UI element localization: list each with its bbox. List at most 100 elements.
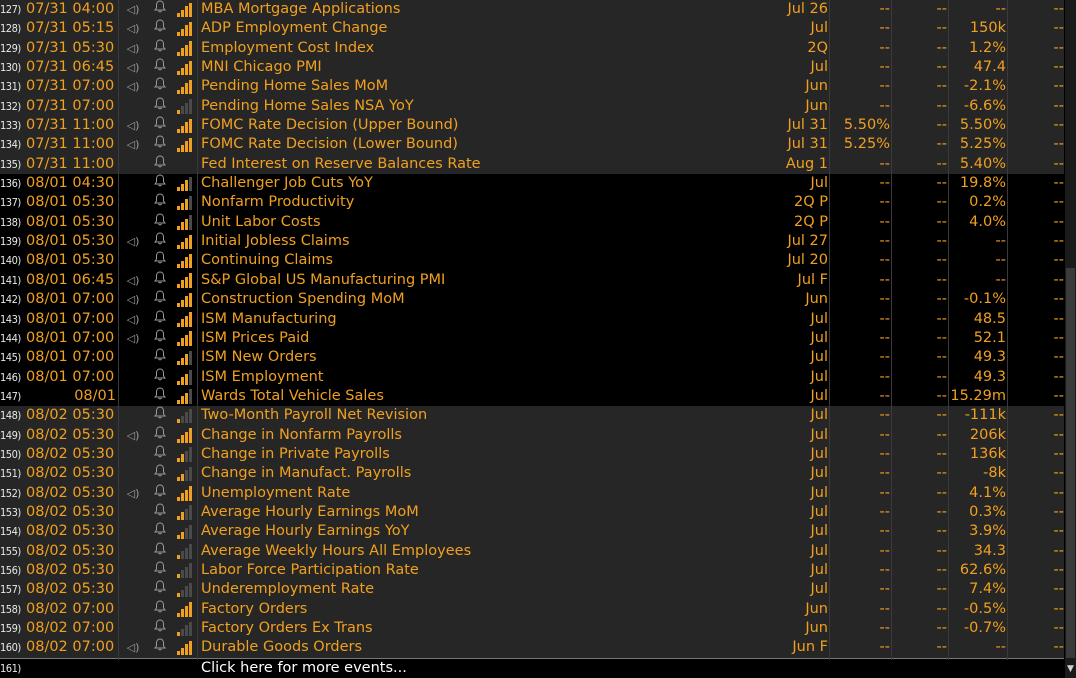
table-row[interactable]: 159) 08/02 07:00 Factory Orders Ex Trans… bbox=[0, 619, 1064, 639]
bell-icon[interactable] bbox=[150, 271, 170, 290]
speaker-icon[interactable] bbox=[122, 522, 144, 541]
event-name[interactable]: Change in Nonfarm Payrolls bbox=[201, 426, 771, 445]
event-name[interactable]: Durable Goods Orders bbox=[201, 638, 771, 657]
event-name[interactable]: Continuing Claims bbox=[201, 251, 771, 270]
event-name[interactable]: Underemployment Rate bbox=[201, 580, 771, 599]
speaker-icon[interactable]: ◁) bbox=[122, 271, 144, 290]
bell-icon[interactable] bbox=[150, 580, 170, 599]
more-events-link[interactable]: Click here for more events... bbox=[201, 659, 407, 678]
event-name[interactable]: Average Hourly Earnings YoY bbox=[201, 522, 771, 541]
bell-icon[interactable] bbox=[150, 406, 170, 425]
event-name[interactable]: Factory Orders bbox=[201, 600, 771, 619]
bell-icon[interactable] bbox=[150, 155, 170, 174]
speaker-icon[interactable]: ◁) bbox=[122, 135, 144, 154]
bell-icon[interactable] bbox=[150, 97, 170, 116]
event-name[interactable]: Change in Private Payrolls bbox=[201, 445, 771, 464]
speaker-icon[interactable] bbox=[122, 542, 144, 561]
bell-icon[interactable] bbox=[150, 542, 170, 561]
scrollbar-thumb[interactable] bbox=[1066, 268, 1075, 658]
speaker-icon[interactable] bbox=[122, 213, 144, 232]
bell-icon[interactable] bbox=[150, 174, 170, 193]
bell-icon[interactable] bbox=[150, 484, 170, 503]
speaker-icon[interactable] bbox=[122, 503, 144, 522]
bell-icon[interactable] bbox=[150, 561, 170, 580]
table-row[interactable]: 147) 08/01 Wards Total Vehicle Sales Jul… bbox=[0, 386, 1064, 407]
table-row[interactable]: 145) 08/01 07:00 ISM New Orders Jul -- -… bbox=[0, 348, 1064, 368]
event-name[interactable]: Employment Cost Index bbox=[201, 39, 771, 58]
bell-icon[interactable] bbox=[150, 58, 170, 77]
bell-icon[interactable] bbox=[150, 348, 170, 367]
speaker-icon[interactable]: ◁) bbox=[122, 116, 144, 135]
bell-icon[interactable] bbox=[150, 0, 170, 19]
bell-icon[interactable] bbox=[150, 522, 170, 541]
table-row[interactable]: 151) 08/02 05:30 Change in Manufact. Pay… bbox=[0, 464, 1064, 484]
event-name[interactable]: Challenger Job Cuts YoY bbox=[201, 174, 771, 193]
bell-icon[interactable] bbox=[150, 638, 170, 657]
event-name[interactable]: Unemployment Rate bbox=[201, 484, 771, 503]
event-name[interactable]: Change in Manufact. Payrolls bbox=[201, 464, 771, 483]
speaker-icon[interactable] bbox=[122, 193, 144, 212]
speaker-icon[interactable] bbox=[122, 97, 144, 116]
table-row[interactable]: 139) 08/01 05:30 ◁) Initial Jobless Clai… bbox=[0, 232, 1064, 252]
table-row[interactable]: 155) 08/02 05:30 Average Weekly Hours Al… bbox=[0, 541, 1064, 561]
bell-icon[interactable] bbox=[150, 387, 170, 406]
speaker-icon[interactable] bbox=[122, 619, 144, 638]
event-name[interactable]: Factory Orders Ex Trans bbox=[201, 619, 771, 638]
table-row[interactable]: 144) 08/01 07:00 ◁) ISM Prices Paid Jul … bbox=[0, 328, 1064, 349]
event-name[interactable]: ISM Prices Paid bbox=[201, 329, 771, 348]
table-row[interactable]: 131) 07/31 07:00 ◁) Pending Home Sales M… bbox=[0, 77, 1064, 97]
event-name[interactable]: MBA Mortgage Applications bbox=[201, 0, 771, 19]
table-row[interactable]: 136) 08/01 04:30 Challenger Job Cuts YoY… bbox=[0, 174, 1064, 194]
event-name[interactable]: Unit Labor Costs bbox=[201, 213, 771, 232]
event-name[interactable]: Construction Spending MoM bbox=[201, 290, 771, 309]
bell-icon[interactable] bbox=[150, 619, 170, 638]
event-name[interactable]: FOMC Rate Decision (Upper Bound) bbox=[201, 116, 771, 135]
event-name[interactable]: ISM Manufacturing bbox=[201, 310, 771, 329]
table-row[interactable]: 153) 08/02 05:30 Average Hourly Earnings… bbox=[0, 502, 1064, 523]
bell-icon[interactable] bbox=[150, 329, 170, 348]
table-row[interactable]: 135) 07/31 11:00 Fed Interest on Reserve… bbox=[0, 154, 1064, 175]
table-row[interactable]: 157) 08/02 05:30 Underemployment Rate Ju… bbox=[0, 580, 1064, 600]
event-name[interactable]: Pending Home Sales MoM bbox=[201, 77, 771, 96]
bell-icon[interactable] bbox=[150, 426, 170, 445]
speaker-icon[interactable] bbox=[122, 387, 144, 406]
table-row[interactable]: 133) 07/31 11:00 ◁) FOMC Rate Decision (… bbox=[0, 116, 1064, 136]
speaker-icon[interactable] bbox=[122, 406, 144, 425]
event-name[interactable]: Initial Jobless Claims bbox=[201, 232, 771, 251]
bell-icon[interactable] bbox=[150, 116, 170, 135]
table-row[interactable]: 154) 08/02 05:30 Average Hourly Earnings… bbox=[0, 522, 1064, 542]
event-name[interactable]: ISM New Orders bbox=[201, 348, 771, 367]
speaker-icon[interactable]: ◁) bbox=[122, 58, 144, 77]
event-name[interactable]: ADP Employment Change bbox=[201, 19, 771, 38]
bell-icon[interactable] bbox=[150, 445, 170, 464]
table-row[interactable]: 137) 08/01 05:30 Nonfarm Productivity 2Q… bbox=[0, 193, 1064, 213]
speaker-icon[interactable]: ◁) bbox=[122, 484, 144, 503]
table-row[interactable]: 160) 08/02 07:00 ◁) Durable Goods Orders… bbox=[0, 638, 1064, 658]
table-row[interactable]: 140) 08/01 05:30 Continuing Claims Jul 2… bbox=[0, 251, 1064, 271]
speaker-icon[interactable] bbox=[122, 464, 144, 483]
event-name[interactable]: Two-Month Payroll Net Revision bbox=[201, 406, 771, 425]
table-row[interactable]: 134) 07/31 11:00 ◁) FOMC Rate Decision (… bbox=[0, 135, 1064, 155]
event-name[interactable]: FOMC Rate Decision (Lower Bound) bbox=[201, 135, 771, 154]
speaker-icon[interactable]: ◁) bbox=[122, 0, 144, 19]
table-row[interactable]: 138) 08/01 05:30 Unit Labor Costs 2Q P -… bbox=[0, 212, 1064, 233]
event-name[interactable]: Pending Home Sales NSA YoY bbox=[201, 97, 771, 116]
speaker-icon[interactable] bbox=[122, 251, 144, 270]
table-row[interactable]: 156) 08/02 05:30 Labor Force Participati… bbox=[0, 560, 1064, 581]
bell-icon[interactable] bbox=[150, 309, 170, 329]
speaker-icon[interactable]: ◁) bbox=[122, 232, 144, 251]
event-name[interactable]: ISM Employment bbox=[201, 368, 771, 387]
speaker-icon[interactable] bbox=[122, 348, 144, 367]
event-name[interactable]: Average Hourly Earnings MoM bbox=[201, 503, 771, 522]
table-row[interactable]: 142) 08/01 07:00 ◁) Construction Spendin… bbox=[0, 290, 1064, 310]
speaker-icon[interactable]: ◁) bbox=[122, 39, 144, 58]
table-row[interactable]: 141) 08/01 06:45 ◁) S&P Global US Manufa… bbox=[0, 270, 1064, 291]
table-row[interactable]: 129) 07/31 05:30 ◁) Employment Cost Inde… bbox=[0, 38, 1064, 59]
speaker-icon[interactable]: ◁) bbox=[122, 638, 144, 657]
event-name[interactable]: Nonfarm Productivity bbox=[201, 193, 771, 212]
speaker-icon[interactable] bbox=[122, 155, 144, 174]
event-name[interactable]: Average Weekly Hours All Employees bbox=[201, 542, 771, 561]
table-row[interactable]: 132) 07/31 07:00 Pending Home Sales NSA … bbox=[0, 96, 1064, 117]
event-name[interactable]: Fed Interest on Reserve Balances Rate bbox=[201, 155, 771, 174]
speaker-icon[interactable] bbox=[122, 561, 144, 580]
